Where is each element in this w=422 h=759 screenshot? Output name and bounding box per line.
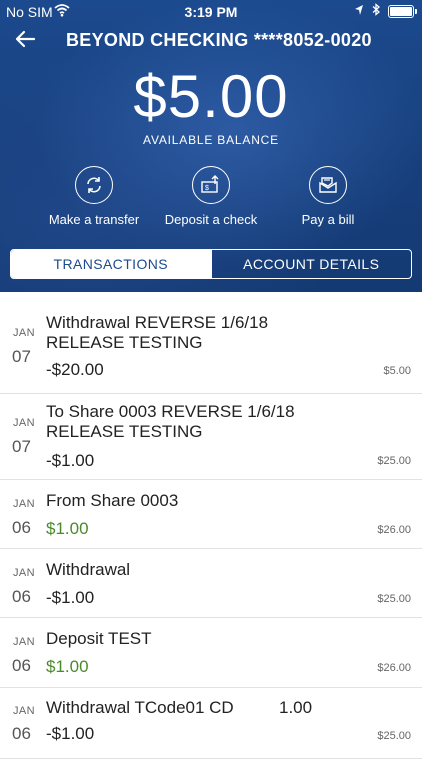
account-title: BEYOND CHECKING ****8052-0020 bbox=[66, 30, 372, 50]
transaction-day: 06 bbox=[12, 587, 31, 606]
transaction-row[interactable]: JAN 06 From Share 0003 $1.00 $26.00 bbox=[0, 480, 422, 549]
transaction-amount: -$20.00 bbox=[46, 360, 104, 379]
description-line: From Share 0003 bbox=[46, 491, 179, 510]
transfer-icon bbox=[75, 166, 113, 204]
pay-bill-button[interactable]: Pay a bill bbox=[258, 166, 398, 227]
account-tabs: TRANSACTIONS ACCOUNT DETAILS bbox=[10, 249, 412, 279]
transaction-row[interactable]: JAN 06 Withdrawal -$1.00 $25.00 bbox=[0, 549, 422, 618]
location-icon bbox=[354, 3, 364, 19]
pay-bill-label: Pay a bill bbox=[301, 212, 355, 227]
transaction-day: 06 bbox=[12, 724, 31, 743]
bluetooth-icon bbox=[372, 3, 380, 19]
transaction-day: 06 bbox=[12, 656, 31, 675]
balance-amount: $5.00 bbox=[133, 63, 289, 130]
transaction-amount: -$1.00 bbox=[46, 724, 95, 743]
running-balance: $25.00 bbox=[377, 593, 411, 605]
svg-text:$: $ bbox=[205, 185, 209, 192]
transaction-description: To Share 0003 REVERSE 1/6/18 RELEASE TES… bbox=[46, 402, 352, 442]
transaction-description: Withdrawal REVERSE 1/6/18 RELEASE TESTIN… bbox=[46, 313, 352, 353]
transaction-month: JAN bbox=[13, 327, 35, 339]
transaction-amount: -$1.00 bbox=[46, 588, 95, 607]
transaction-extra-value: 1.00 bbox=[279, 698, 313, 717]
transaction-month: JAN bbox=[13, 417, 35, 429]
deposit-check-icon: $ bbox=[192, 166, 230, 204]
status-bar: No SIM 3:19 PM bbox=[0, 0, 422, 24]
transaction-description: Deposit TEST bbox=[46, 629, 352, 649]
transaction-amount: -$1.00 bbox=[46, 451, 95, 470]
description-line: Withdrawal bbox=[46, 560, 131, 579]
transaction-month: JAN bbox=[13, 567, 35, 579]
description-line: Withdrawal REVERSE 1/6/18 bbox=[46, 313, 269, 332]
transaction-month: JAN bbox=[13, 636, 35, 648]
transaction-row[interactable]: JAN 07 Withdrawal REVERSE 1/6/18 RELEASE… bbox=[0, 307, 422, 394]
description-line: RELEASE TESTING bbox=[46, 333, 203, 352]
running-balance: $26.00 bbox=[377, 524, 411, 536]
description-line: To Share 0003 REVERSE 1/6/18 bbox=[46, 402, 295, 421]
transaction-row[interactable]: JAN 06 Deposit TEST $1.00 $26.00 bbox=[0, 618, 422, 688]
transaction-day: 07 bbox=[12, 437, 31, 456]
running-balance: $5.00 bbox=[383, 365, 411, 377]
transaction-amount: $1.00 bbox=[46, 519, 89, 538]
balance-label: AVAILABLE BALANCE bbox=[143, 133, 279, 147]
account-header: No SIM 3:19 PM BEYOND CHECKING ****8052-… bbox=[0, 0, 422, 292]
transaction-day: 07 bbox=[12, 347, 31, 366]
transaction-description: Withdrawal bbox=[46, 560, 352, 580]
transaction-month: JAN bbox=[13, 705, 35, 717]
description-line: Deposit TEST bbox=[46, 629, 152, 648]
tab-account-details[interactable]: ACCOUNT DETAILS bbox=[210, 250, 412, 278]
bill-icon bbox=[309, 166, 347, 204]
battery-icon bbox=[388, 4, 417, 18]
description-line: RELEASE TESTING bbox=[46, 422, 203, 441]
running-balance: $26.00 bbox=[377, 662, 411, 674]
running-balance: $25.00 bbox=[377, 455, 411, 467]
transaction-list: JAN 07 Withdrawal REVERSE 1/6/18 RELEASE… bbox=[0, 307, 422, 759]
transaction-month: JAN bbox=[13, 498, 35, 510]
running-balance: $25.00 bbox=[377, 730, 411, 742]
tab-transactions[interactable]: TRANSACTIONS bbox=[11, 250, 211, 278]
transaction-description: From Share 0003 bbox=[46, 491, 352, 511]
transaction-row[interactable]: JAN 07 To Share 0003 REVERSE 1/6/18 RELE… bbox=[0, 394, 422, 480]
transaction-day: 06 bbox=[12, 518, 31, 537]
back-arrow-icon[interactable] bbox=[14, 28, 38, 52]
transaction-amount: $1.00 bbox=[46, 657, 89, 676]
transaction-row[interactable]: JAN 06 Withdrawal TCode01 CD 1.00 -$1.00… bbox=[0, 688, 422, 759]
